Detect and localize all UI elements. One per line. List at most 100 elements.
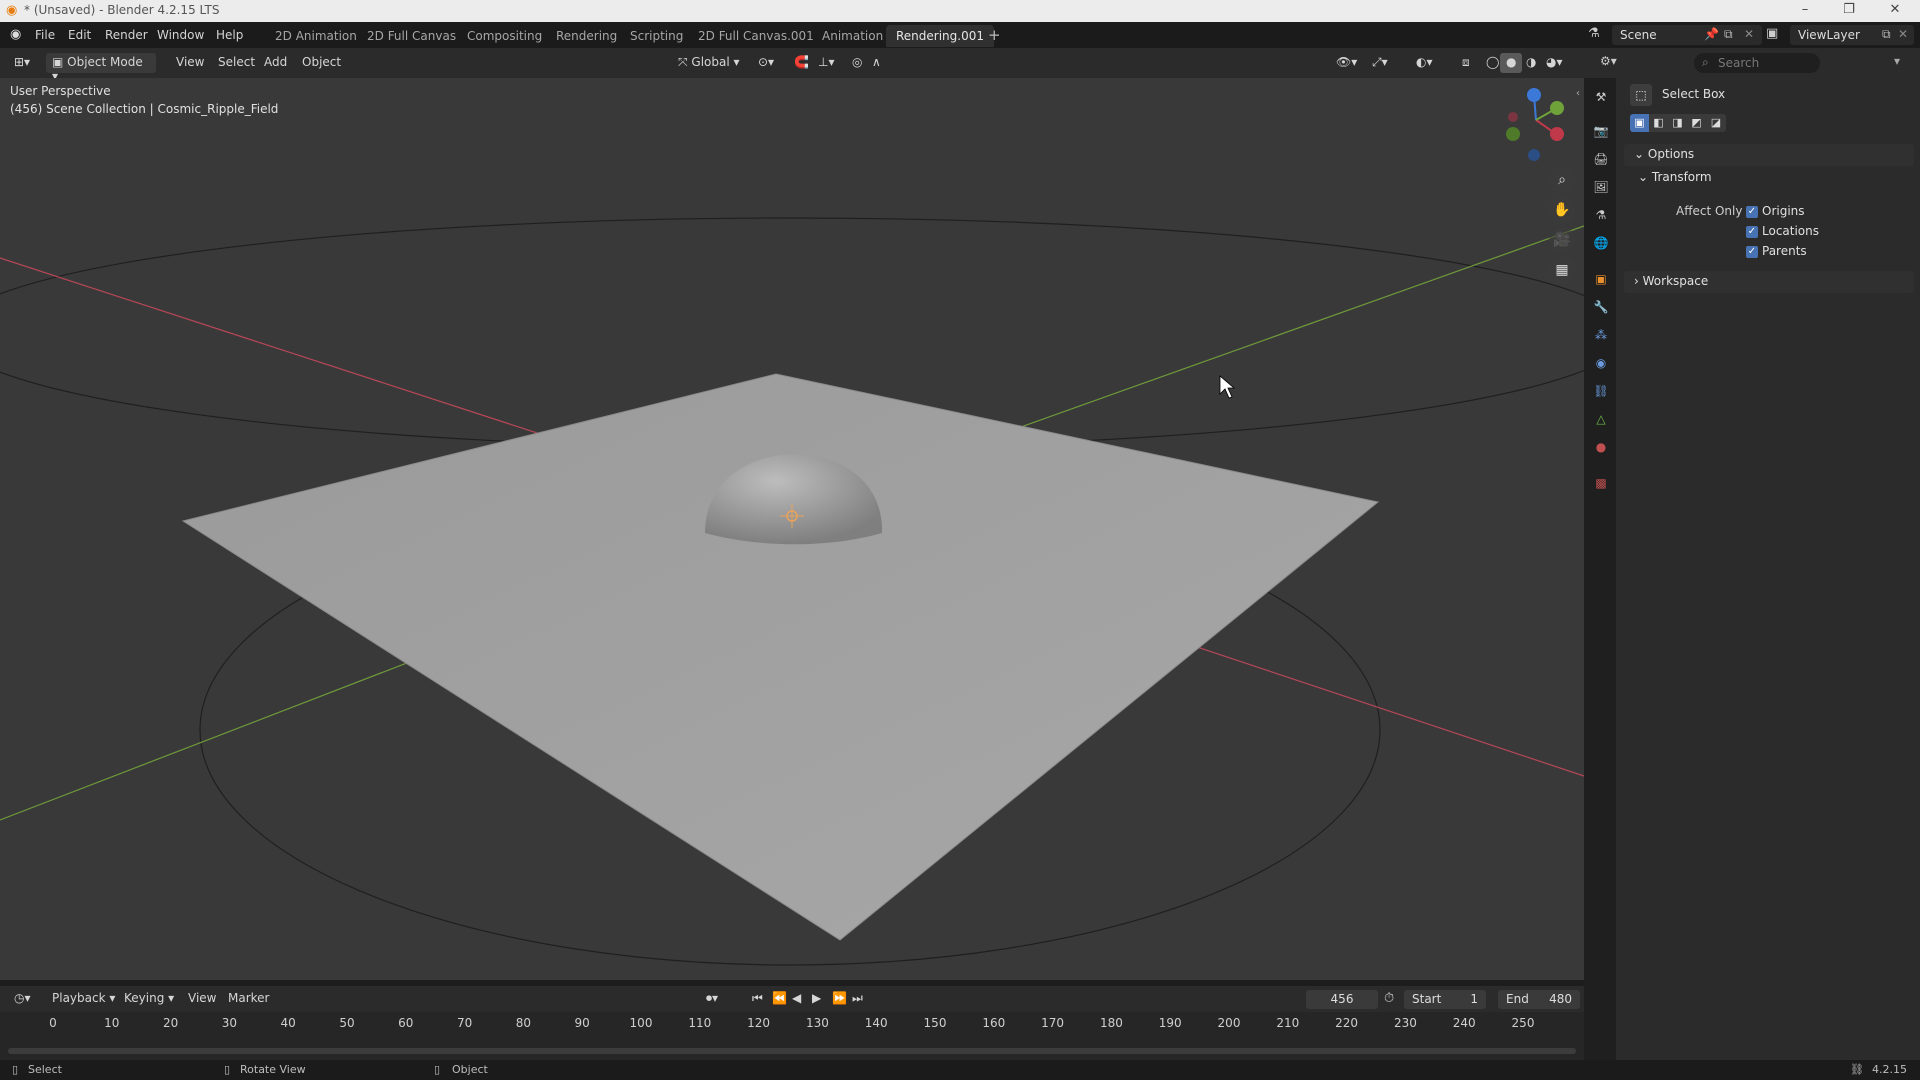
xray-icon[interactable]: ⧈ (1456, 53, 1476, 73)
modifier-tab-icon[interactable]: 🔧 (1592, 298, 1610, 316)
tab-2d-full-canvas[interactable]: 2D Full Canvas (357, 25, 466, 47)
marker-menu[interactable]: Marker (222, 989, 275, 1009)
viewport-collection-label: (456) Scene Collection | Cosmic_Ripple_F… (10, 102, 279, 116)
tab-scripting[interactable]: Scripting (620, 25, 693, 47)
menu-edit[interactable]: Edit (68, 28, 91, 42)
tab-rendering[interactable]: Rendering (546, 25, 627, 47)
timeline-ruler[interactable]: 0 10 20 30 40 50 60 70 80 90 100 110 120 130 140 150 160… (0, 1012, 1584, 1060)
jump-end-icon[interactable]: ⏭ (846, 989, 869, 1009)
falloff-icon[interactable]: ∧ (866, 53, 887, 73)
zoom-icon[interactable]: ⌕ (1549, 167, 1575, 193)
tool-tab-icon[interactable]: ⚒ (1592, 88, 1610, 106)
options-panel-header[interactable]: ⌄ Options (1624, 144, 1914, 166)
timeline-view-menu[interactable]: View (182, 989, 222, 1009)
menu-view[interactable]: View (170, 53, 210, 73)
properties-search-input[interactable]: ⌕ Search (1694, 53, 1820, 73)
physics-tab-icon[interactable]: ◉ (1592, 354, 1610, 372)
material-tab-icon[interactable]: ● (1592, 438, 1610, 456)
playback-label: Playback (52, 991, 106, 1005)
blender-menu-icon[interactable]: ◉ (10, 27, 21, 42)
timeline-scrollbar[interactable] (8, 1048, 1576, 1054)
rendered-shading-icon[interactable]: ◕▾ (1540, 53, 1569, 73)
scene-tab-icon[interactable]: ⚗ (1592, 206, 1610, 224)
render-tab-icon[interactable]: 📷 (1592, 122, 1610, 140)
transform-subpanel-header[interactable]: ⌄ Transform (1638, 170, 1712, 184)
menu-window[interactable]: Window (157, 28, 204, 42)
view-layer-icon[interactable]: ▣ (1766, 26, 1778, 41)
menu-select[interactable]: Select (212, 53, 261, 73)
menu-help[interactable]: Help (216, 28, 243, 42)
menu-add[interactable]: Add (258, 53, 293, 73)
extend-selection-icon[interactable]: ◧ (1649, 114, 1668, 132)
start-frame-field[interactable]: Start 1 (1404, 990, 1486, 1009)
current-frame-field[interactable]: 456 (1306, 990, 1378, 1009)
tab-2d-animation[interactable]: 2D Animation (265, 25, 367, 47)
output-tab-icon[interactable]: 🖨 (1592, 150, 1610, 168)
navigation-gizmo[interactable] (1506, 88, 1564, 161)
orientation-selector[interactable]: ⤧ Global ▾ (672, 53, 746, 73)
gizmo-icon[interactable]: ⤢▾ (1366, 53, 1394, 73)
texture-tab-icon[interactable]: ▩ (1592, 474, 1610, 492)
set-selection-icon[interactable]: ▣ (1630, 114, 1649, 132)
timeline-tick-label: 250 (1511, 1016, 1535, 1030)
subtract-selection-icon[interactable]: ◨ (1668, 114, 1687, 132)
maximize-icon[interactable]: ❐ (1834, 2, 1864, 20)
sidebar-toggle-icon[interactable]: ‹ (1576, 88, 1580, 99)
auto-keying-icon[interactable]: ⏺▾ (700, 989, 724, 1009)
menu-object[interactable]: Object (296, 53, 347, 73)
locations-checkbox[interactable]: ✓ (1746, 226, 1758, 238)
play-reverse-icon[interactable]: ◀ (786, 989, 807, 1009)
origins-checkbox[interactable]: ✓ (1746, 206, 1758, 218)
add-workspace-icon[interactable]: + (988, 26, 1001, 44)
constraints-tab-icon[interactable]: ⛓ (1592, 382, 1610, 400)
overlay-icon[interactable]: ◐▾ (1410, 53, 1439, 73)
world-tab-icon[interactable]: 🌐 (1592, 234, 1610, 252)
camera-view-icon[interactable]: 🎥 (1549, 227, 1575, 253)
data-tab-icon[interactable]: △ (1592, 410, 1610, 428)
menu-render[interactable]: Render (105, 28, 148, 42)
properties-options-icon[interactable]: ▾ (1894, 54, 1900, 68)
new-view-layer-icon[interactable]: ⧉ (1882, 27, 1891, 42)
keying-menu[interactable]: Keying ▾ (118, 989, 180, 1009)
delete-view-layer-icon[interactable]: ✕ (1898, 27, 1908, 41)
visibility-icon[interactable]: 👁▾ (1330, 53, 1363, 73)
close-icon[interactable]: ✕ (1880, 2, 1910, 20)
view-layer-selector[interactable]: ViewLayer ⧉ ✕ (1790, 25, 1914, 45)
timeline-tick-label: 130 (805, 1016, 829, 1030)
workspace-panel-header[interactable]: › Workspace (1624, 271, 1914, 293)
object-tab-icon[interactable]: ▣ (1592, 270, 1610, 288)
parents-checkbox[interactable]: ✓ (1746, 246, 1758, 258)
invert-selection-icon[interactable]: ◩ (1687, 114, 1706, 132)
playback-menu[interactable]: Playback ▾ (46, 989, 121, 1009)
blender-logo-icon: ◉ (6, 3, 18, 18)
snap-icon[interactable]: 🧲 (788, 53, 815, 73)
view-layer-tab-icon[interactable]: 🖼 (1592, 178, 1610, 196)
new-scene-icon[interactable]: ⧉ (1724, 27, 1733, 42)
minimize-icon[interactable]: – (1790, 2, 1820, 20)
scene-icon[interactable]: ⚗ (1588, 26, 1600, 41)
snap-target-icon[interactable]: ⊥▾ (812, 53, 840, 73)
menu-file[interactable]: File (35, 28, 55, 42)
intersect-selection-icon[interactable]: ◪ (1706, 114, 1726, 132)
3d-viewport[interactable]: User Perspective (456) Scene Collection … (0, 78, 1584, 980)
particles-tab-icon[interactable]: ⁂ (1592, 326, 1610, 344)
tab-2d-full-canvas-001[interactable]: 2D Full Canvas.001 (688, 25, 824, 47)
tab-compositing[interactable]: Compositing (457, 25, 552, 47)
use-preview-range-icon[interactable]: ⏱ (1384, 991, 1394, 1006)
end-frame-field[interactable]: End 480 (1498, 990, 1580, 1009)
orientation-label: Global (691, 55, 730, 69)
pin-icon[interactable]: 📌 (1704, 27, 1719, 41)
viewport-perspective-label: User Perspective (10, 84, 111, 98)
tab-rendering-001[interactable]: Rendering.001 (886, 25, 994, 47)
pan-hand-icon[interactable]: ✋ (1549, 197, 1575, 223)
properties-editor-type-icon[interactable]: ⚙▾ (1600, 54, 1617, 68)
delete-scene-icon[interactable]: ✕ (1744, 27, 1754, 41)
editor-type-icon[interactable]: ⊞▾ (8, 53, 36, 73)
scene-selector[interactable]: Scene 📌 ⧉ ✕ (1612, 25, 1762, 45)
ortho-grid-icon[interactable]: ▦ (1549, 257, 1575, 283)
pivot-point-icon[interactable]: ⊙▾ (752, 53, 780, 73)
mode-selector[interactable]: ▣ Object Mode ▾ (46, 53, 156, 83)
timeline-editor-type-icon[interactable]: ◷▾ (8, 989, 37, 1009)
play-icon[interactable]: ▶ (806, 989, 827, 1009)
tab-animation[interactable]: Animation (812, 25, 893, 47)
